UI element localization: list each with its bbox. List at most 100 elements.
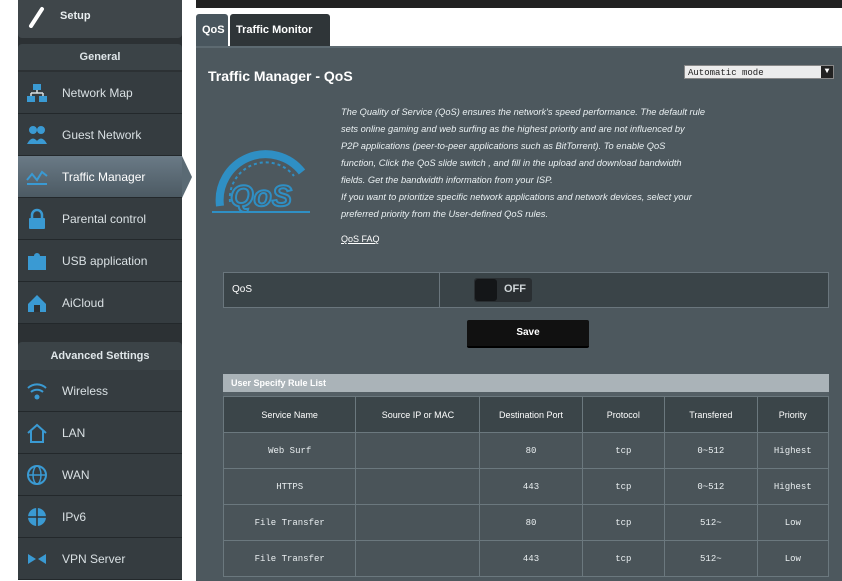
col-protocol: Protocol [581, 396, 666, 433]
sidebar-item-label: LAN [62, 426, 86, 440]
sidebar-item-setup[interactable]: Setup [18, 0, 182, 38]
sidebar-item-label: Traffic Manager [62, 170, 146, 184]
description-line: If you want to prioritize specific netwo… [341, 192, 692, 202]
dropdown-arrow-icon: ▼ [821, 66, 833, 78]
sidebar-item-label: VPN Server [62, 552, 126, 566]
cell-protocol: tcp [581, 432, 666, 469]
cell-source-ip [355, 468, 481, 505]
table-header-row: Service Name Source IP or MAC Destinatio… [222, 396, 830, 433]
qos-speedometer-icon: QoS [212, 150, 310, 214]
sidebar-item-label: Setup [60, 10, 91, 22]
active-indicator-arrow [182, 156, 192, 198]
cell-service-name: Web Surf [222, 432, 357, 469]
cell-priority: Low [756, 540, 830, 577]
table-row[interactable]: Web Surf 80 tcp 0~512 Highest [222, 432, 830, 469]
sidebar-item-network-map[interactable]: Network Map [18, 72, 182, 114]
sidebar-item-traffic-manager[interactable]: Traffic Manager [18, 156, 192, 198]
cell-transfered: 0~512 [664, 432, 758, 469]
qos-mode-select[interactable]: Automatic mode ▼ [684, 65, 834, 79]
cell-priority: Highest [756, 468, 830, 505]
section-advanced-title: Advanced Settings [18, 342, 182, 370]
col-source-ip: Source IP or MAC [355, 396, 481, 433]
description-line: sets online gaming and web surfing as th… [341, 124, 685, 134]
cell-protocol: tcp [581, 504, 666, 541]
cell-source-ip [355, 432, 481, 469]
sidebar-item-parental-control[interactable]: Parental control [18, 198, 182, 240]
sidebar-item-vpn-server[interactable]: VPN Server [18, 538, 182, 580]
sidebar-item-label: Network Map [62, 86, 133, 100]
sidebar-item-label: Wireless [62, 384, 109, 398]
cell-destination-port: 80 [479, 432, 583, 469]
table-row[interactable]: File Transfer 80 tcp 512~ Low [222, 504, 830, 541]
cell-priority: Low [756, 504, 830, 541]
col-priority: Priority [756, 396, 830, 433]
toggle-state-label: OFF [504, 283, 526, 295]
guest-users-icon [27, 126, 47, 144]
traffic-chart-icon [26, 170, 48, 185]
wifi-icon [27, 383, 47, 400]
qos-label: QoS [232, 284, 253, 295]
col-destination-port: Destination Port [479, 396, 583, 433]
network-map-icon [27, 84, 47, 102]
cell-service-name: File Transfer [222, 504, 357, 541]
qos-toggle-switch[interactable]: OFF [474, 278, 532, 302]
vpn-icon [28, 554, 46, 564]
rule-table: Service Name Source IP or MAC Destinatio… [222, 396, 830, 577]
tab-qos[interactable]: QoS [196, 14, 228, 46]
home-icon [27, 423, 47, 443]
description-line: fields. Get the bandwidth information fr… [341, 175, 553, 185]
top-strip [196, 0, 842, 8]
cell-service-name: File Transfer [222, 540, 357, 577]
sidebar-item-label: USB application [62, 254, 148, 268]
toggle-knob [475, 279, 497, 301]
wand-icon [29, 7, 44, 28]
description-line: preferred priority from the User-defined… [341, 209, 549, 219]
sidebar-item-label: AiCloud [62, 296, 105, 310]
qos-faq-link[interactable]: QoS FAQ [341, 234, 380, 244]
col-service-name: Service Name [222, 396, 357, 433]
rule-list: User Specify Rule List Service Name Sour… [222, 374, 830, 577]
sidebar-item-aicloud[interactable]: AiCloud [18, 282, 182, 324]
table-row[interactable]: HTTPS 443 tcp 0~512 Highest [222, 468, 830, 505]
sidebar-item-label: Parental control [62, 212, 147, 226]
description-line: function, Click the QoS slide switch , a… [341, 158, 682, 168]
cell-destination-port: 443 [479, 540, 583, 577]
save-button[interactable]: Save [467, 320, 589, 348]
cell-service-name: HTTPS [222, 468, 357, 505]
table-row[interactable]: File Transfer 443 tcp 512~ Low [222, 540, 830, 577]
sidebar-item-label: IPv6 [62, 510, 87, 524]
cell-priority: Highest [756, 432, 830, 469]
cell-transfered: 0~512 [664, 468, 758, 505]
cell-protocol: tcp [581, 468, 666, 505]
cell-protocol: tcp [581, 540, 666, 577]
sidebar-item-ipv6[interactable]: IPv6 [18, 496, 182, 538]
globe-icon [27, 465, 47, 485]
sidebar-item-wan[interactable]: WAN [18, 454, 182, 496]
row-divider [439, 273, 440, 307]
cell-transfered: 512~ [664, 540, 758, 577]
qos-description: The Quality of Service (QoS) ensures the… [341, 104, 781, 223]
lock-icon [29, 208, 45, 229]
page-title: Traffic Manager - QoS [208, 68, 353, 84]
sidebar-item-lan[interactable]: LAN [18, 412, 182, 454]
sidebar-item-wireless[interactable]: Wireless [18, 370, 182, 412]
cell-source-ip [355, 504, 481, 541]
qos-mode-value: Automatic mode [688, 68, 764, 78]
tab-traffic-monitor[interactable]: Traffic Monitor [230, 14, 330, 46]
cell-transfered: 512~ [664, 504, 758, 541]
sidebar-item-guest-network[interactable]: Guest Network [18, 114, 182, 156]
section-general-title: General [18, 44, 182, 70]
cloud-house-icon [28, 295, 46, 312]
puzzle-icon [28, 253, 46, 270]
sidebar: Setup General Network Map Guest Network … [18, 0, 192, 580]
sidebar-item-label: Guest Network [62, 128, 142, 142]
col-transfered: Transfered [664, 396, 758, 433]
sidebar-item-label: WAN [62, 468, 90, 482]
sidebar-item-usb-application[interactable]: USB application [18, 240, 182, 282]
qos-panel: Traffic Manager - QoS Automatic mode ▼ Q… [196, 46, 842, 581]
cell-destination-port: 443 [479, 468, 583, 505]
description-line: P2P applications (peer-to-peer applicati… [341, 141, 666, 151]
globe-network-icon [28, 508, 46, 526]
gauge-label: QoS [230, 180, 292, 213]
cell-source-ip [355, 540, 481, 577]
